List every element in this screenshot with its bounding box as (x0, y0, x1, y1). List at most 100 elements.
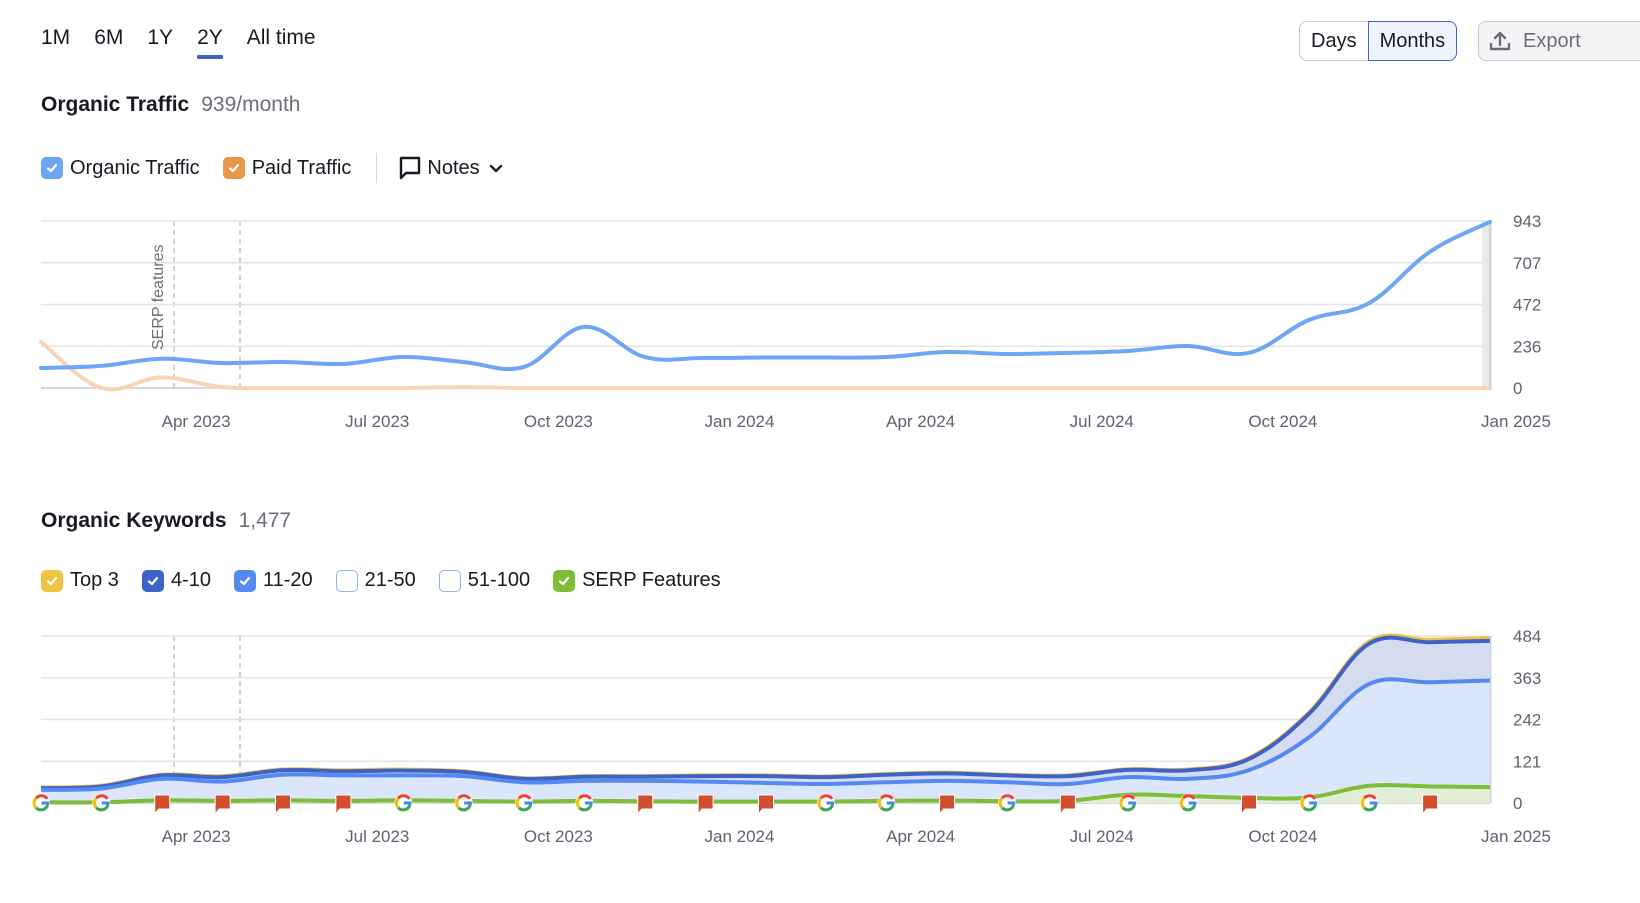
range-tab-2y[interactable]: 2Y (197, 26, 223, 59)
note-flag-icon[interactable] (154, 794, 171, 816)
y-tick-label: 242 (1513, 711, 1541, 730)
y-tick-label: 121 (1513, 752, 1541, 771)
checkbox-icon[interactable] (222, 157, 245, 179)
x-tick-label: Apr 2023 (162, 412, 231, 431)
range-tab-all-time[interactable]: All time (247, 26, 316, 58)
keywords-value: 1,477 (238, 509, 292, 532)
x-tick-label: Jul 2024 (1070, 827, 1134, 846)
checkbox-icon[interactable] (553, 569, 576, 592)
legend-organic-traffic[interactable]: Organic Traffic (41, 157, 200, 180)
x-tick-label: Oct 2024 (1248, 412, 1317, 431)
date-range-tabs: 1M 6M 1Y 2Y All time (41, 26, 340, 59)
legend-top-3[interactable]: Top 3 (41, 569, 119, 592)
x-tick-label: Jul 2023 (345, 827, 409, 846)
upload-icon (1489, 31, 1511, 51)
legend-label: 51-100 (467, 569, 531, 591)
legend-paid-traffic[interactable]: Paid Traffic (222, 156, 352, 180)
organic-traffic-chart: 0 236 472 707 943 Apr 2023 Jul 2023 Oct 2023 Jan… (39, 212, 1551, 431)
x-tick-label: Oct 2023 (524, 412, 593, 431)
x-tick-label: Jan 2025 (1481, 412, 1551, 431)
range-tab-6m[interactable]: 6M (94, 26, 123, 58)
checkbox-icon[interactable] (41, 569, 63, 592)
y-tick-label: 363 (1513, 669, 1541, 688)
legend-label: Organic Traffic (70, 156, 200, 179)
checkbox-icon[interactable] (233, 569, 256, 592)
note-flag-icon[interactable] (275, 794, 291, 816)
note-flag-icon[interactable] (1422, 794, 1439, 816)
checkbox-icon[interactable] (41, 157, 63, 179)
keywords-title: Organic Keywords (41, 509, 227, 532)
y-tick-label: 943 (1513, 212, 1541, 231)
google-update-icon[interactable] (394, 794, 413, 812)
comment-icon (400, 156, 421, 180)
traffic-section-title: Organic Traffic 939/month (41, 93, 300, 117)
x-tick-label: Oct 2024 (1248, 827, 1317, 846)
range-tab-1m[interactable]: 1M (41, 26, 70, 58)
traffic-value: 939/month (201, 93, 301, 116)
keywords-legend: Top 3 4-10 11-20 21-50 51-100 SERP Features (41, 569, 744, 592)
x-tick-label: Jul 2023 (345, 412, 409, 431)
google-update-icon[interactable] (1118, 794, 1137, 812)
range-tab-1y[interactable]: 1Y (147, 26, 173, 58)
export-label: Export (1523, 29, 1581, 52)
annotation-serp-features: SERP features (150, 244, 167, 350)
google-update-icon[interactable] (454, 794, 473, 812)
checkbox-icon[interactable] (438, 569, 461, 592)
chevron-down-icon (489, 164, 502, 173)
google-update-icon[interactable] (1360, 794, 1379, 812)
note-flag-icon[interactable] (1241, 794, 1257, 816)
google-update-icon[interactable] (92, 794, 111, 812)
google-update-icon[interactable] (1179, 794, 1198, 812)
y-tick-label: 472 (1513, 296, 1541, 315)
checkbox-icon[interactable] (335, 569, 358, 592)
legend-divider (376, 153, 378, 183)
google-update-icon[interactable] (998, 794, 1016, 812)
legend-label: SERP Features (582, 569, 721, 591)
organic-keywords-chart: 0 121 242 363 484 Apr 2023 Jul 2023 Oct 2023 Jan… (32, 627, 1551, 846)
legend-51-100[interactable]: 51-100 (438, 569, 531, 592)
days-button[interactable]: Days (1299, 21, 1368, 61)
legend-label: 11-20 (262, 569, 313, 591)
x-tick-label: Apr 2024 (886, 827, 955, 846)
legend-label: Paid Traffic (251, 156, 352, 179)
note-flag-icon[interactable] (214, 794, 231, 816)
google-update-icon[interactable] (877, 794, 896, 812)
legend-11-20[interactable]: 11-20 (233, 569, 313, 592)
legend-21-50[interactable]: 21-50 (335, 569, 416, 592)
months-button[interactable]: Months (1367, 21, 1458, 61)
note-flag-icon[interactable] (758, 794, 774, 816)
note-flag-icon[interactable] (697, 794, 714, 816)
note-flag-icon[interactable] (939, 794, 956, 816)
x-tick-label: Jan 2025 (1481, 827, 1551, 846)
y-tick-label: 484 (1513, 627, 1541, 646)
export-button[interactable]: Export (1478, 21, 1640, 61)
x-tick-label: Apr 2023 (162, 827, 231, 846)
google-update-icon[interactable] (575, 794, 594, 812)
legend-serp-features[interactable]: SERP Features (553, 569, 721, 592)
x-tick-label: Jan 2024 (705, 827, 775, 846)
traffic-legend: Organic Traffic Paid Traffic Notes (41, 153, 510, 183)
x-tick-label: Jul 2024 (1070, 412, 1134, 431)
note-flag-icon[interactable] (335, 794, 352, 816)
y-tick-label: 236 (1513, 337, 1541, 356)
x-tick-label: Oct 2023 (524, 827, 593, 846)
google-update-icon[interactable] (32, 794, 50, 812)
granularity-toggle: Days Months (1299, 21, 1458, 61)
note-flag-icon[interactable] (1059, 794, 1076, 816)
notes-label: Notes (427, 156, 480, 179)
google-update-icon[interactable] (515, 794, 533, 812)
notes-dropdown[interactable]: Notes (399, 156, 509, 180)
x-tick-label: Jan 2024 (705, 412, 775, 431)
google-update-icon[interactable] (1299, 794, 1318, 812)
series-line-paid-traffic (39, 339, 1492, 392)
legend-4-10[interactable]: 4-10 (141, 569, 211, 592)
y-tick-label: 707 (1513, 254, 1541, 273)
google-update-icon[interactable] (816, 794, 835, 812)
legend-label: 21-50 (364, 569, 416, 591)
y-tick-label: 0 (1513, 379, 1522, 398)
checkbox-icon[interactable] (141, 569, 164, 592)
note-flag-icon[interactable] (637, 794, 654, 816)
y-tick-label: 0 (1513, 794, 1522, 813)
legend-label: 4-10 (170, 569, 211, 591)
keywords-section-title: Organic Keywords 1,477 (41, 509, 291, 533)
